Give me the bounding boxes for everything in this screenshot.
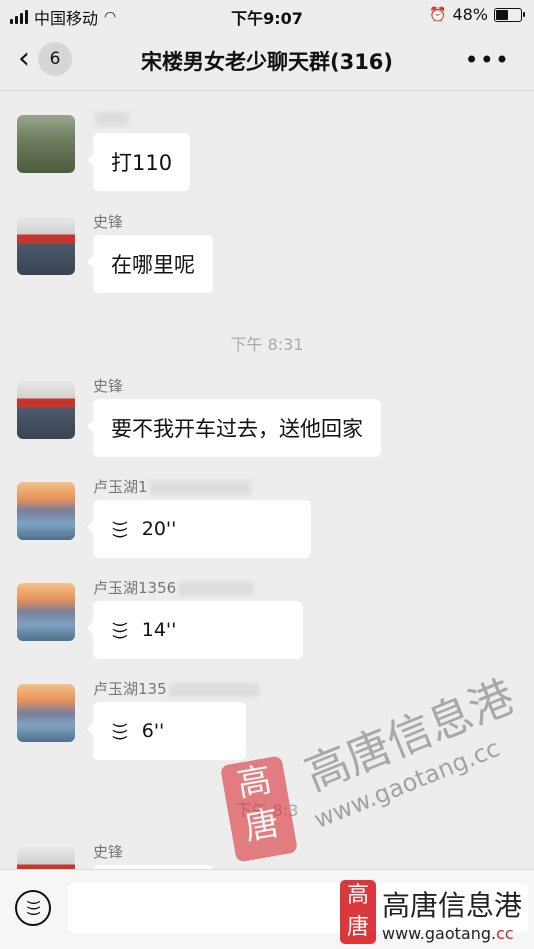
voice-duration: 20'' <box>141 518 177 540</box>
voice-message-bubble[interactable]: ))) 20'' <box>87 500 311 558</box>
sender-name: 卢玉湖1 <box>93 476 250 497</box>
message-bubble[interactable]: 要不我开车过去，送他回家 <box>87 399 381 457</box>
avatar[interactable] <box>17 115 75 173</box>
sender-name: 卢玉湖135 <box>93 678 259 699</box>
message-list[interactable]: 打110 史锋 在哪里呢 下午 8:31 史锋 要不我开车过去，送他回家 卢玉湖… <box>0 91 534 869</box>
message-timestamp: 下午 8:31 <box>230 335 304 354</box>
voice-message-bubble[interactable]: ))) 6'' <box>87 702 246 760</box>
voice-duration: 14'' <box>141 619 177 641</box>
input-bar: ))) <box>0 869 534 949</box>
sender-name: 史锋 <box>93 377 124 395</box>
voice-wave-icon: ))) <box>24 899 41 917</box>
alarm-icon: ⏰ <box>429 6 447 23</box>
chat-title: 宋楼男女老少聊天群(316) <box>140 50 394 74</box>
chat-header: ‹ 6 宋楼男女老少聊天群(316) ••• <box>0 30 534 91</box>
status-bar: 中国移动 ◠ 下午9:07 ⏰ 48% <box>0 0 534 30</box>
voice-wave-icon: ))) <box>110 519 130 539</box>
more-dots-icon[interactable]: ••• <box>465 46 510 74</box>
message-bubble[interactable]: 在哪里呢 <box>87 235 213 293</box>
avatar[interactable] <box>17 381 75 439</box>
voice-wave-icon: ))) <box>110 721 130 741</box>
sender-name: 史锋 <box>93 843 124 861</box>
sender-name: 史锋 <box>93 213 124 231</box>
message-timestamp: 下午 8:3 <box>235 801 299 820</box>
sender-name <box>93 109 129 127</box>
avatar[interactable] <box>17 583 75 641</box>
avatar[interactable] <box>17 684 75 742</box>
voice-input-button[interactable]: ))) <box>15 890 51 926</box>
battery-icon <box>494 7 525 22</box>
voice-duration: 6'' <box>141 720 165 742</box>
message-bubble[interactable]: 打110 <box>86 133 191 191</box>
avatar[interactable] <box>17 847 75 869</box>
voice-wave-icon: ))) <box>110 620 130 640</box>
battery-percent: 48% <box>452 5 488 24</box>
avatar[interactable] <box>17 217 75 275</box>
voice-message-bubble[interactable]: ))) 14'' <box>87 601 303 659</box>
avatar[interactable] <box>17 482 75 540</box>
sender-name: 卢玉湖1356 <box>93 577 255 598</box>
message-input[interactable] <box>68 883 528 933</box>
